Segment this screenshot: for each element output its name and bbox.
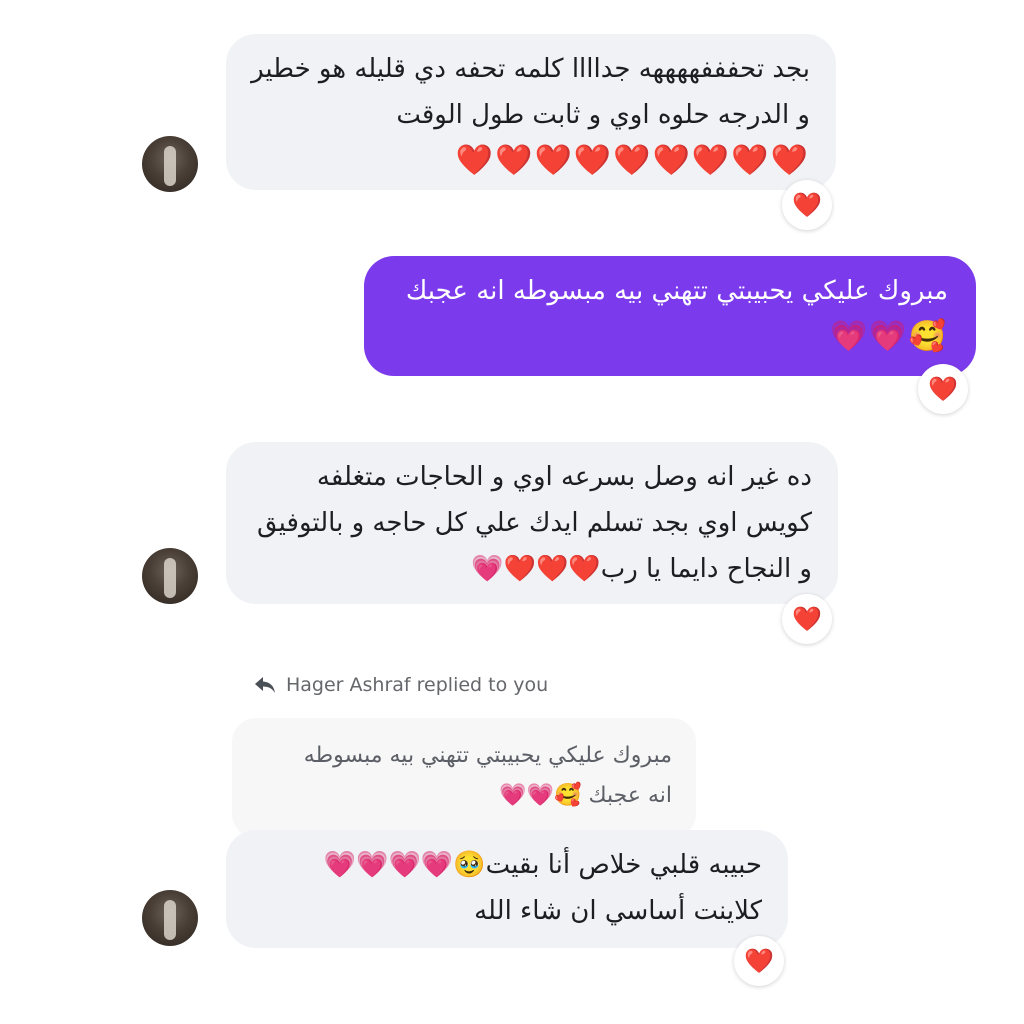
reply-arrow-icon xyxy=(255,677,275,693)
heart-reaction-icon[interactable]: ❤️ xyxy=(734,936,784,986)
message-line: بجد تحفففههههه جداااا كلمه تحفه دي قليله… xyxy=(251,54,810,84)
message-line: كويس اوي بجد تسلم ايدك علي كل حاجه و بال… xyxy=(257,508,812,538)
message-emoji-line: ❤️❤️❤️❤️❤️❤️❤️❤️❤️ xyxy=(455,143,810,178)
avatar[interactable] xyxy=(142,136,198,192)
chat-thread: بجد تحفففههههه جداااا كلمه تحفه دي قليله… xyxy=(0,0,1024,1024)
incoming-message-bubble[interactable]: حبيبه قلبي خلاص أنا بقيت🥹💗💗💗💗 كلاينت أسا… xyxy=(226,830,788,948)
heart-reaction-icon[interactable]: ❤️ xyxy=(918,364,968,414)
outgoing-message-bubble[interactable]: مبروك عليكي يحبيبتي تتهني بيه مبسوطه انه… xyxy=(364,256,976,376)
message-line: و الدرجه حلوه اوي و ثابت طول الوقت xyxy=(396,100,810,130)
incoming-message-bubble[interactable]: بجد تحفففههههه جداااا كلمه تحفه دي قليله… xyxy=(226,34,836,190)
quoted-line: مبروك عليكي يحبيبتي تتهني بيه مبسوطه xyxy=(303,743,672,768)
message-emoji-line: 🥰💗💗 xyxy=(829,319,948,354)
reply-label-text: Hager Ashraf replied to you xyxy=(286,674,549,696)
message-line: مبروك عليكي يحبيبتي تتهني بيه مبسوطه انه… xyxy=(405,276,948,306)
reply-indicator: Hager Ashraf replied to you xyxy=(254,674,548,696)
incoming-message-bubble[interactable]: ده غير انه وصل بسرعه اوي و الحاجات متغلف… xyxy=(226,442,838,604)
message-line: حبيبه قلبي خلاص أنا بقيت🥹💗💗💗💗 xyxy=(323,850,762,880)
avatar[interactable] xyxy=(142,890,198,946)
avatar[interactable] xyxy=(142,548,198,604)
quoted-message-bubble[interactable]: مبروك عليكي يحبيبتي تتهني بيه مبسوطه انه… xyxy=(232,718,696,838)
message-line: كلاينت أساسي ان شاء الله xyxy=(474,896,762,926)
quoted-line: انه عجبك 🥰💗💗 xyxy=(499,783,672,808)
heart-reaction-icon[interactable]: ❤️ xyxy=(782,594,832,644)
message-line: ده غير انه وصل بسرعه اوي و الحاجات متغلف… xyxy=(316,462,812,492)
message-line: و النجاح دايما يا رب❤️❤️❤️💗 xyxy=(471,554,812,584)
heart-reaction-icon[interactable]: ❤️ xyxy=(782,180,832,230)
